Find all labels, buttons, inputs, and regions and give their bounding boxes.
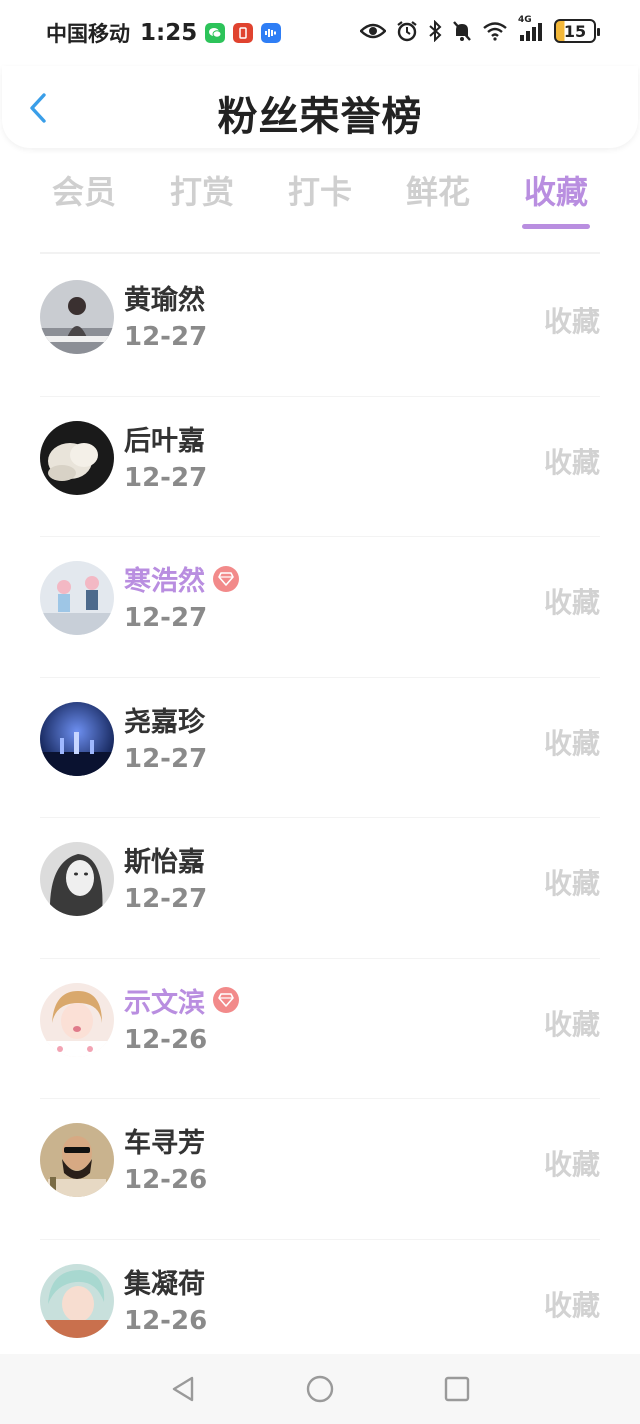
clock-time: 1:25: [140, 20, 198, 46]
alarm-icon: [397, 21, 417, 42]
battery-level: 15: [563, 21, 587, 41]
tab-checkin[interactable]: 打卡: [276, 168, 364, 238]
diamond-icon: [213, 565, 239, 592]
status-left: 中国移动 1:25: [46, 18, 282, 48]
wifi-icon: [483, 22, 507, 41]
list-item[interactable]: 斯怡嘉 12-27 收藏: [40, 818, 600, 959]
battery-saver-notification-icon: [233, 23, 254, 43]
list-item[interactable]: 黄瑜然 12-27 收藏: [40, 256, 600, 397]
name-line: 斯怡嘉: [124, 840, 205, 879]
bluetooth-icon: [429, 20, 442, 42]
carrier-label: 中国移动: [46, 22, 130, 46]
status-bar: 中国移动 1:25 4G 15: [0, 0, 640, 66]
battery-indicator: 15: [554, 19, 600, 43]
list-item[interactable]: 后叶嘉 12-27 收藏: [40, 397, 600, 537]
fan-date: 12-27: [124, 603, 208, 633]
mute-bell-icon: [453, 21, 471, 41]
list-item[interactable]: 车寻芳 12-26 收藏: [40, 1099, 600, 1240]
tab-reward[interactable]: 打赏: [158, 168, 246, 238]
name-line: 示文滨: [124, 981, 239, 1020]
name-line: 尧嘉珍: [124, 700, 205, 739]
tab-member[interactable]: 会员: [40, 168, 128, 238]
list-item[interactable]: 寒浩然 12-27 收藏: [40, 537, 600, 678]
name-line: 集凝荷: [124, 1262, 205, 1301]
nav-recents-icon[interactable]: [444, 1376, 470, 1402]
nav-back-icon[interactable]: [170, 1375, 196, 1403]
fan-name: 黄瑜然: [124, 285, 205, 316]
fan-date: 12-26: [124, 1305, 208, 1336]
nav-home-icon[interactable]: [306, 1375, 334, 1403]
action-label: 收藏: [543, 867, 600, 900]
avatar[interactable]: [40, 701, 114, 776]
action-label: 收藏: [543, 726, 600, 760]
avatar[interactable]: [40, 842, 114, 916]
signal-indicator: 4G: [518, 15, 544, 41]
avatar[interactable]: [40, 1263, 114, 1338]
voice-notification-icon: [261, 23, 282, 43]
avatar[interactable]: [40, 561, 114, 635]
fan-name: 示文滨: [124, 987, 205, 1019]
tab-bar: 会员 打赏 打卡 鲜花 收藏: [40, 168, 600, 238]
system-nav-bar: [0, 1354, 640, 1424]
wechat-notification-icon: [205, 23, 226, 43]
name-line: 黄瑜然: [124, 278, 205, 317]
action-label: 收藏: [543, 445, 600, 479]
action-label: 收藏: [543, 1007, 600, 1041]
diamond-icon: [213, 987, 239, 1013]
app-header: 粉丝荣誉榜: [2, 66, 638, 148]
tab-favorites[interactable]: 收藏: [512, 168, 600, 238]
action-label: 收藏: [543, 586, 600, 619]
tab-divider: [40, 252, 600, 254]
fan-name: 集凝荷: [124, 1268, 205, 1300]
fan-name: 斯怡嘉: [124, 847, 205, 878]
list-item[interactable]: 示文滨 12-26 收藏: [40, 959, 600, 1099]
network-type-label: 4G: [518, 15, 532, 25]
action-label: 收藏: [543, 1148, 600, 1181]
fan-name: 寒浩然: [124, 566, 205, 597]
list-item[interactable]: 尧嘉珍 12-27 收藏: [40, 678, 600, 818]
avatar[interactable]: [40, 280, 114, 354]
name-line: 寒浩然: [124, 559, 239, 598]
fan-date: 12-27: [124, 884, 208, 914]
fan-name: 车寻芳: [124, 1128, 205, 1159]
fan-date: 12-26: [124, 1165, 208, 1195]
fan-list: 黄瑜然 12-27 收藏 后叶嘉 12-27 收藏 寒浩然 12-27 收藏 尧…: [0, 256, 640, 1380]
avatar[interactable]: [40, 982, 114, 1057]
fan-date: 12-27: [124, 743, 208, 774]
name-line: 后叶嘉: [124, 419, 205, 458]
status-right: 4G 15: [360, 15, 600, 43]
page-title: 粉丝荣誉榜: [217, 94, 423, 140]
fan-date: 12-27: [124, 322, 208, 352]
fan-name: 尧嘉珍: [124, 706, 205, 738]
fan-date: 12-26: [124, 1024, 208, 1055]
avatar[interactable]: [40, 420, 114, 495]
eye-icon: [360, 23, 386, 39]
action-label: 收藏: [543, 305, 600, 338]
name-line: 车寻芳: [124, 1121, 205, 1160]
fan-name: 后叶嘉: [124, 425, 205, 457]
avatar[interactable]: [40, 1123, 114, 1197]
tab-flowers[interactable]: 鲜花: [394, 168, 482, 238]
fan-date: 12-27: [124, 462, 208, 493]
action-label: 收藏: [543, 1288, 600, 1322]
